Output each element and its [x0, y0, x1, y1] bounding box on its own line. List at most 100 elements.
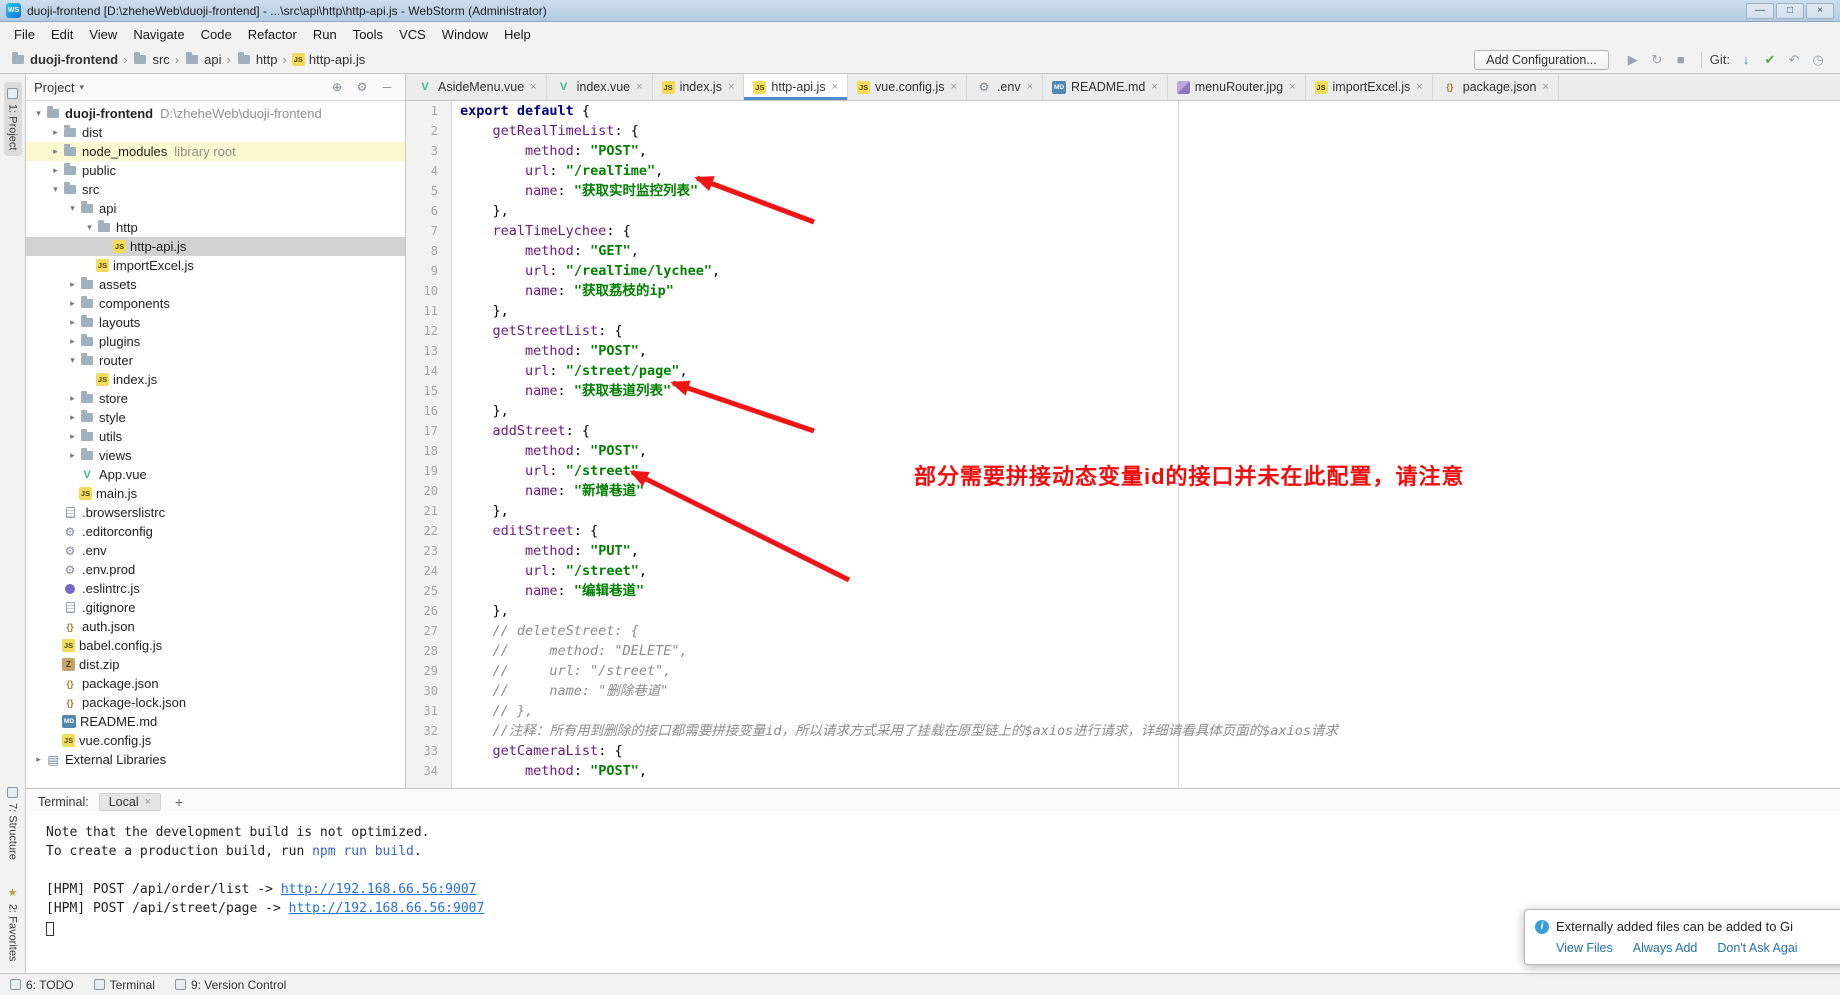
editor-tab-vue.config.js[interactable]: JSvue.config.js×	[848, 74, 967, 100]
tree-item-package-lock.json[interactable]: {}package-lock.json	[26, 693, 405, 712]
git-revert-icon[interactable]: ↶	[1782, 52, 1806, 68]
tree-item-http[interactable]: ▾http	[26, 218, 405, 237]
code-line[interactable]: 31 // },	[406, 701, 1840, 721]
notification-action-don-t-ask-agai[interactable]: Don't Ask Agai	[1717, 941, 1797, 955]
chevron-collapsed-icon[interactable]: ▸	[49, 146, 62, 157]
terminal-link[interactable]: http://192.168.66.56:9007	[281, 882, 477, 897]
tree-item-style[interactable]: ▸style	[26, 408, 405, 427]
code-line[interactable]: 3 method: "POST",	[406, 141, 1840, 161]
tree-item-main.js[interactable]: JSmain.js	[26, 484, 405, 503]
project-panel-title[interactable]: Project	[34, 80, 74, 95]
chevron-collapsed-icon[interactable]: ▸	[66, 393, 79, 404]
breadcrumb-item[interactable]: api	[184, 52, 221, 67]
code-line[interactable]: 10 name: "获取荔枝的ip"	[406, 281, 1840, 301]
code-line[interactable]: 2 getRealTimeList: {	[406, 121, 1840, 141]
statusbar-version-control[interactable]: 9: Version Control	[175, 978, 286, 992]
editor-tab-.env[interactable]: ⚙.env×	[967, 74, 1043, 100]
close-tab-icon[interactable]: ×	[951, 81, 957, 93]
tree-item-.env[interactable]: ⚙.env	[26, 541, 405, 560]
tree-item-App.vue[interactable]: VApp.vue	[26, 465, 405, 484]
code-line[interactable]: 4 url: "/realTime",	[406, 161, 1840, 181]
tree-item-importExcel.js[interactable]: JSimportExcel.js	[26, 256, 405, 275]
stop-icon[interactable]: ■	[1669, 52, 1693, 67]
menu-window[interactable]: Window	[434, 25, 496, 44]
tree-item-duoji-frontend[interactable]: ▾duoji-frontendD:\zheheWeb\duoji-fronten…	[26, 104, 405, 123]
breadcrumb-item[interactable]: http	[236, 52, 278, 67]
close-tab-icon[interactable]: ×	[1289, 81, 1295, 93]
close-tab-icon[interactable]: ×	[1151, 81, 1157, 93]
statusbar-terminal[interactable]: Terminal	[94, 978, 155, 992]
code-line[interactable]: 29 // url: "/street",	[406, 661, 1840, 681]
chevron-collapsed-icon[interactable]: ▸	[66, 450, 79, 461]
tree-item-src[interactable]: ▾src	[26, 180, 405, 199]
tree-item-store[interactable]: ▸store	[26, 389, 405, 408]
chevron-expanded-icon[interactable]: ▾	[66, 355, 79, 366]
chevron-collapsed-icon[interactable]: ▸	[66, 431, 79, 442]
breadcrumb-item[interactable]: duoji-frontend	[10, 52, 118, 67]
code-line[interactable]: 8 method: "GET",	[406, 241, 1840, 261]
tree-item-utils[interactable]: ▸utils	[26, 427, 405, 446]
tool-button-structure[interactable]: 7: Structure	[4, 781, 22, 866]
code-line[interactable]: 25 name: "编辑巷道"	[406, 581, 1840, 601]
editor-body[interactable]: 1export default {2 getRealTimeList: {3 m…	[406, 101, 1840, 788]
menu-navigate[interactable]: Navigate	[125, 25, 192, 44]
tree-item-dist.zip[interactable]: Zdist.zip	[26, 655, 405, 674]
code-line[interactable]: 26 },	[406, 601, 1840, 621]
code-line[interactable]: 12 getStreetList: {	[406, 321, 1840, 341]
chevron-expanded-icon[interactable]: ▾	[83, 222, 96, 233]
tree-item-.editorconfig[interactable]: ⚙.editorconfig	[26, 522, 405, 541]
code-line[interactable]: 21 },	[406, 501, 1840, 521]
close-tab-icon[interactable]: ×	[636, 81, 642, 93]
menu-tools[interactable]: Tools	[345, 25, 391, 44]
maximize-button[interactable]: □	[1776, 3, 1804, 19]
code-line[interactable]: 27 // deleteStreet: {	[406, 621, 1840, 641]
editor-tab-index.js[interactable]: JSindex.js×	[653, 74, 745, 100]
editor-tab-menuRouter.jpg[interactable]: menuRouter.jpg×	[1168, 74, 1306, 100]
editor-tab-importExcel.js[interactable]: JSimportExcel.js×	[1306, 74, 1433, 100]
editor-tab-AsideMenu.vue[interactable]: VAsideMenu.vue×	[408, 74, 547, 100]
git-commit-icon[interactable]: ✔	[1758, 52, 1782, 68]
code-line[interactable]: 9 url: "/realTime/lychee",	[406, 261, 1840, 281]
tree-item-README.md[interactable]: MDREADME.md	[26, 712, 405, 731]
code-line[interactable]: 24 url: "/street",	[406, 561, 1840, 581]
terminal-tab-local[interactable]: Local ×	[99, 793, 161, 811]
tree-item-.env.prod[interactable]: ⚙.env.prod	[26, 560, 405, 579]
code-line[interactable]: 17 addStreet: {	[406, 421, 1840, 441]
close-button[interactable]: ×	[1806, 3, 1834, 19]
hide-panel-icon[interactable]: ─	[377, 80, 397, 94]
code-line[interactable]: 22 editStreet: {	[406, 521, 1840, 541]
tree-item-vue.config.js[interactable]: JSvue.config.js	[26, 731, 405, 750]
close-tab-icon[interactable]: ×	[530, 81, 536, 93]
tool-button-favorites[interactable]: ★ 2: Favorites	[4, 880, 22, 967]
close-tab-icon[interactable]: ×	[728, 81, 734, 93]
add-terminal-icon[interactable]: +	[171, 794, 187, 810]
history-icon[interactable]: ◷	[1806, 52, 1830, 68]
menu-file[interactable]: File	[6, 25, 43, 44]
code-line[interactable]: 15 name: "获取巷道列表"	[406, 381, 1840, 401]
rerun-icon[interactable]: ↻	[1645, 52, 1669, 68]
locate-icon[interactable]: ⊕	[327, 80, 347, 94]
chevron-collapsed-icon[interactable]: ▸	[66, 298, 79, 309]
tree-item-.browserslistrc[interactable]: .browserslistrc	[26, 503, 405, 522]
code-line[interactable]: 14 url: "/street/page",	[406, 361, 1840, 381]
tree-item-layouts[interactable]: ▸layouts	[26, 313, 405, 332]
tree-item-public[interactable]: ▸public	[26, 161, 405, 180]
chevron-down-icon[interactable]: ▾	[79, 82, 84, 93]
close-tab-icon[interactable]: ×	[1027, 81, 1033, 93]
tree-item-plugins[interactable]: ▸plugins	[26, 332, 405, 351]
statusbar-todo[interactable]: 6: TODO	[10, 978, 74, 992]
editor-tab-package.json[interactable]: {}package.json×	[1433, 74, 1559, 100]
code-line[interactable]: 6 },	[406, 201, 1840, 221]
code-line[interactable]: 7 realTimeLychee: {	[406, 221, 1840, 241]
notification-action-always-add[interactable]: Always Add	[1633, 941, 1698, 955]
tree-item-babel.config.js[interactable]: JSbabel.config.js	[26, 636, 405, 655]
tool-button-project[interactable]: 1: Project	[4, 82, 22, 156]
menu-run[interactable]: Run	[305, 25, 345, 44]
tree-item-ExternalLibraries[interactable]: ▸▤External Libraries	[26, 750, 405, 769]
breadcrumb-item[interactable]: JShttp-api.js	[292, 52, 365, 67]
tree-item-.eslintrc.js[interactable]: .eslintrc.js	[26, 579, 405, 598]
menu-view[interactable]: View	[81, 25, 125, 44]
menu-help[interactable]: Help	[496, 25, 539, 44]
code-line[interactable]: 1export default {	[406, 101, 1840, 121]
code-line[interactable]: 33 getCameraList: {	[406, 741, 1840, 761]
